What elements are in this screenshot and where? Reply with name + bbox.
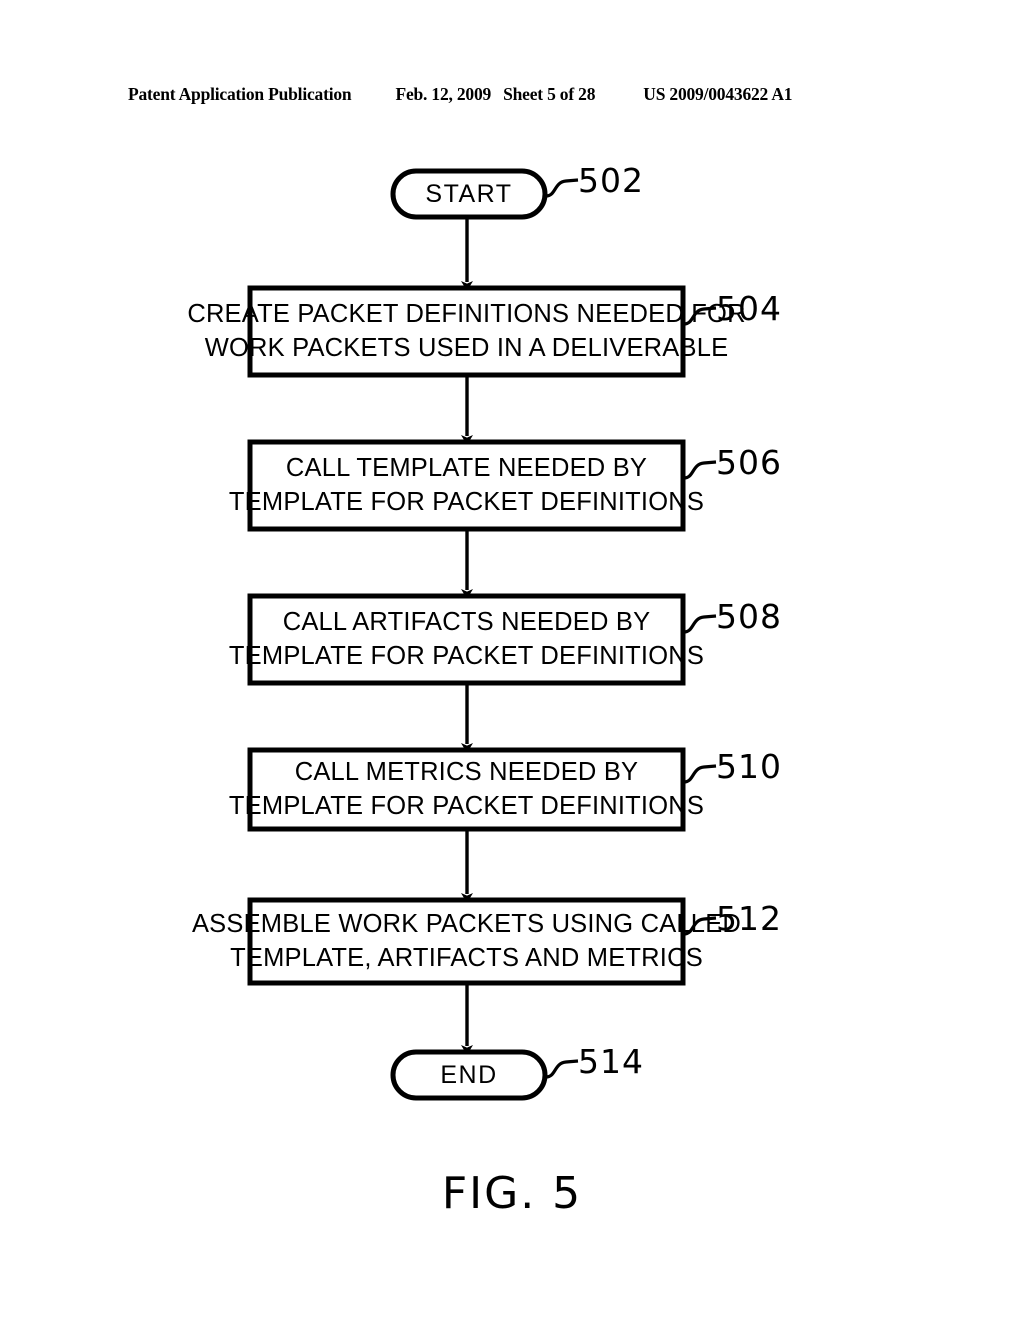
node-506-line-1: CALL TEMPLATE NEEDED BY xyxy=(285,454,648,483)
node-508-line-1: CALL ARTIFACTS NEEDED BY xyxy=(282,608,651,637)
node-504-label: CREATE PACKET DEFINITIONS NEEDED FOR WOR… xyxy=(187,288,745,375)
node-start-line-1: START xyxy=(425,179,513,208)
node-510-line-1: CALL METRICS NEEDED BY xyxy=(294,758,639,787)
node-508-label: CALL ARTIFACTS NEEDED BY TEMPLATE FOR PA… xyxy=(229,596,704,683)
ref-numeral-504: 504 xyxy=(716,289,782,328)
leader-line-508 xyxy=(683,614,717,634)
ref-numeral-506: 506 xyxy=(716,443,782,482)
header-publication-label: Patent Application Publication xyxy=(128,84,352,104)
node-start-label: START xyxy=(393,171,545,217)
header-date-label: Feb. 12, 2009 xyxy=(395,84,492,104)
node-504-line-2: WORK PACKETS USED IN A DELIVERABLE xyxy=(204,333,729,362)
figure-caption: FIG. 5 xyxy=(441,1168,583,1219)
leader-line-502 xyxy=(545,178,579,198)
node-end-line-1: END xyxy=(440,1060,498,1089)
node-510-line-2: TEMPLATE FOR PACKET DEFINITIONS xyxy=(228,791,705,820)
node-512-line-2: TEMPLATE, ARTIFACTS AND METRICS xyxy=(230,943,703,972)
ref-numeral-510: 510 xyxy=(716,747,782,786)
node-504-line-1: CREATE PACKET DEFINITIONS NEEDED FOR xyxy=(187,300,746,329)
ref-numeral-514: 514 xyxy=(578,1042,644,1081)
node-end-label: END xyxy=(393,1052,545,1098)
ref-numeral-508: 508 xyxy=(716,597,782,636)
header-sheet-label: Sheet 5 of 28 xyxy=(503,84,596,104)
node-512-line-1: ASSEMBLE WORK PACKETS USING CALLED xyxy=(191,910,742,939)
node-508-line-2: TEMPLATE FOR PACKET DEFINITIONS xyxy=(228,641,705,670)
leader-line-514 xyxy=(545,1059,579,1079)
node-506-line-2: TEMPLATE FOR PACKET DEFINITIONS xyxy=(228,487,705,516)
page-header: Patent Application Publication Feb. 12, … xyxy=(128,84,896,110)
node-506-label: CALL TEMPLATE NEEDED BY TEMPLATE FOR PAC… xyxy=(229,442,704,529)
node-510-label: CALL METRICS NEEDED BY TEMPLATE FOR PACK… xyxy=(229,750,704,829)
ref-numeral-512: 512 xyxy=(716,899,782,938)
node-512-label: ASSEMBLE WORK PACKETS USING CALLED TEMPL… xyxy=(192,900,741,983)
leader-line-506 xyxy=(683,460,717,480)
header-document-number: US 2009/0043622 A1 xyxy=(643,84,793,104)
leader-line-510 xyxy=(683,764,717,784)
ref-numeral-502: 502 xyxy=(578,161,644,200)
